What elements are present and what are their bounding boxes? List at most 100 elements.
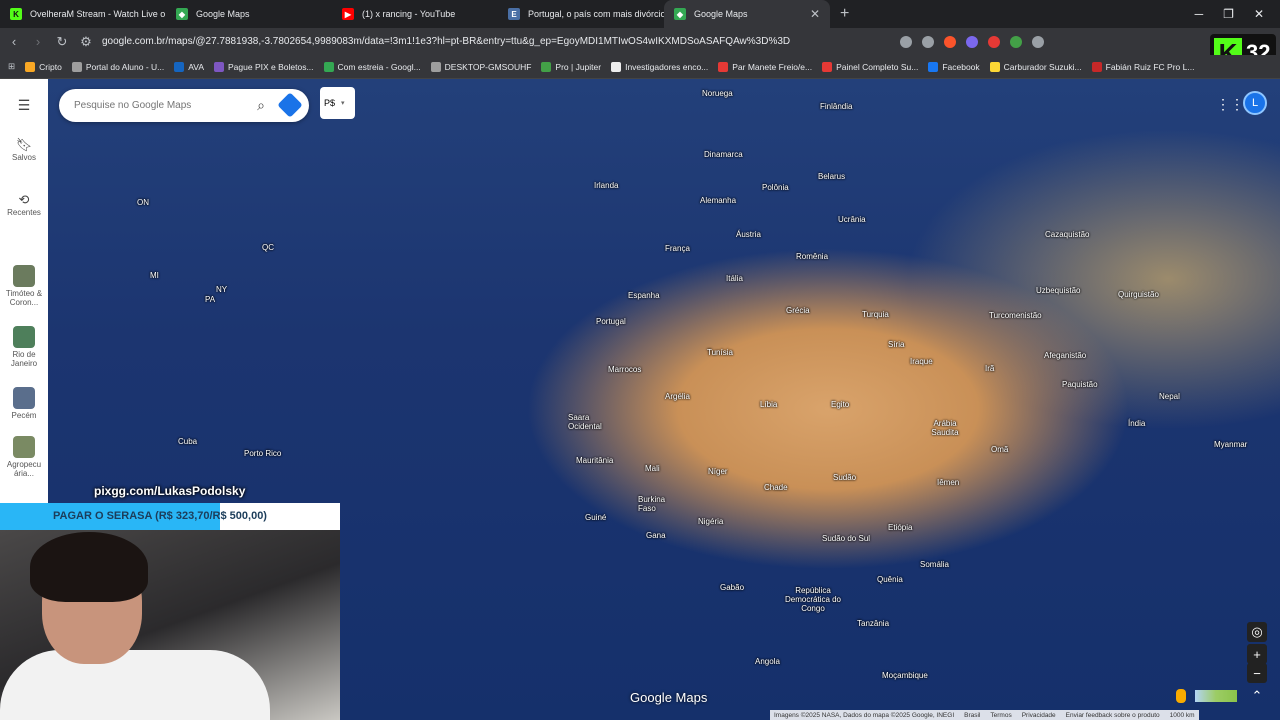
- bookmark-item[interactable]: Com estreia - Googl...: [323, 61, 421, 72]
- share-icon[interactable]: [922, 35, 934, 48]
- map-label: Iraque: [910, 357, 933, 366]
- map-label: Belarus: [818, 172, 846, 181]
- sidebar-item-recent-place[interactable]: Timóteo & Coron...: [0, 265, 48, 307]
- map-label: Guiné: [585, 513, 607, 522]
- back-icon[interactable]: ‹: [4, 34, 24, 49]
- close-icon[interactable]: ✕: [810, 7, 820, 21]
- street-view-pegman-icon[interactable]: [1176, 689, 1186, 703]
- apps-grid-icon[interactable]: ⊞: [8, 61, 15, 72]
- terms-link[interactable]: Termos: [990, 712, 1011, 719]
- bookmark-item[interactable]: AVA: [174, 61, 204, 72]
- layers-thumbnails[interactable]: [1195, 690, 1237, 702]
- search-icon[interactable]: ⌕: [257, 97, 265, 114]
- map-label: Paquistão: [1062, 380, 1098, 389]
- extension-icon[interactable]: [988, 35, 1000, 48]
- map-label: Cazaquistão: [1045, 230, 1090, 239]
- map-label: Myanmar: [1214, 440, 1248, 449]
- map-label: Quênia: [877, 575, 903, 584]
- map-label: Turquia: [862, 310, 889, 319]
- kick-icon: K: [10, 8, 22, 20]
- cast-icon[interactable]: [900, 35, 912, 48]
- tab-kick-stream[interactable]: K OvelheraM Stream - Watch Live o: [0, 0, 166, 28]
- sidebar-item-recent[interactable]: ⟲ Recentes: [0, 192, 48, 217]
- zoom-in-button[interactable]: +: [1247, 644, 1267, 664]
- google-apps-icon[interactable]: ⋮⋮: [1216, 96, 1244, 113]
- search-box: ⌕: [59, 89, 309, 122]
- map-label: Índia: [1128, 419, 1146, 428]
- privacy-link[interactable]: Privacidade: [1022, 712, 1056, 719]
- bookmark-item[interactable]: Pro | Jupiter: [541, 61, 601, 72]
- map-label: QC: [262, 243, 274, 252]
- history-icon: ⟲: [18, 192, 30, 207]
- bookmark-item[interactable]: Facebook: [928, 61, 980, 72]
- reload-icon[interactable]: ↻: [52, 34, 72, 50]
- category-chip[interactable]: P$ ▾: [320, 87, 355, 119]
- account-avatar[interactable]: L: [1243, 91, 1267, 115]
- brave-shield-icon[interactable]: [944, 35, 956, 48]
- place-thumbnail: [13, 387, 35, 409]
- bookmark-item[interactable]: Portal do Aluno - U...: [71, 61, 164, 72]
- map-label: República Democrática do Congo: [784, 586, 842, 613]
- puzzle-icon[interactable]: [1032, 35, 1044, 48]
- maximize-icon[interactable]: ❐: [1223, 7, 1234, 21]
- sidebar-item-saved[interactable]: 🔖︎ Salvos: [0, 137, 48, 162]
- directions-icon[interactable]: [277, 92, 303, 118]
- bookmark-item[interactable]: Fabián Ruiz FC Pro L...: [1091, 61, 1194, 72]
- map-label: Cuba: [178, 437, 198, 446]
- bookmark-item[interactable]: Pague PIX e Boletos...: [214, 61, 314, 72]
- tab-bar: K OvelheraM Stream - Watch Live o ◆ Goog…: [0, 0, 1280, 28]
- webcam-overlay: [0, 530, 340, 720]
- map-label: PA: [205, 295, 216, 304]
- extension-icons: [900, 35, 1044, 48]
- map-label: Polônia: [762, 183, 789, 192]
- map-label: Omã: [991, 445, 1009, 454]
- sidebar-item-recent-place[interactable]: Agropecu ária...: [0, 436, 48, 478]
- scale-bar[interactable]: 1000 km: [1170, 712, 1195, 719]
- extension-icon[interactable]: [1010, 35, 1022, 48]
- search-input[interactable]: [74, 100, 244, 111]
- site-settings-icon[interactable]: ⚙: [76, 34, 96, 50]
- tab-google-maps-1[interactable]: ◆ Google Maps: [166, 0, 332, 28]
- extension-icon[interactable]: [966, 35, 978, 48]
- map-label: Nepal: [1159, 392, 1180, 401]
- map-label: MI: [150, 271, 159, 280]
- expand-icon[interactable]: ⌃: [1247, 686, 1267, 706]
- bookmark-item[interactable]: Carburador Suzuki...: [989, 61, 1082, 72]
- streamer-hair: [30, 532, 148, 602]
- new-tab-button[interactable]: +: [840, 5, 849, 23]
- minimize-icon[interactable]: ─: [1195, 7, 1204, 21]
- tab-title: OvelheraM Stream - Watch Live o: [30, 9, 166, 19]
- feedback-link[interactable]: Enviar feedback sobre o produto: [1066, 712, 1160, 719]
- map-label: França: [665, 244, 690, 253]
- map-label: Porto Rico: [244, 449, 282, 458]
- tab-youtube[interactable]: ▶ (1) x rancing - YouTube: [332, 0, 498, 28]
- map-label: Tanzânia: [857, 619, 890, 628]
- map-label: Gabão: [720, 583, 745, 592]
- map-label: ON: [137, 198, 149, 207]
- address-bar: ‹ › ↻ ⚙ google.com.br/maps/@27.7881938,-…: [0, 28, 1280, 55]
- bookmark-icon: 🔖︎: [15, 137, 33, 152]
- menu-icon[interactable]: ☰: [0, 97, 48, 114]
- sidebar-item-recent-place[interactable]: Pecém: [0, 387, 48, 420]
- bookmark-item[interactable]: Painel Completo Su...: [822, 61, 918, 72]
- attribution: Imagens ©2025 NASA, Dados do mapa ©2025 …: [774, 711, 955, 719]
- zoom-out-button[interactable]: −: [1247, 663, 1267, 683]
- url-field[interactable]: google.com.br/maps/@27.7881938,-3.780265…: [102, 36, 882, 47]
- map-label: Áustria: [736, 230, 761, 239]
- bookmark-item[interactable]: Investigadores enco...: [611, 61, 708, 72]
- tab-portugal-article[interactable]: E Portugal, o país com mais divórcios c: [498, 0, 664, 28]
- goal-text: PAGAR O SERASA (R$ 323,70/R$ 500,00): [53, 510, 267, 522]
- tab-google-maps-active[interactable]: ◆ Google Maps ✕: [664, 0, 830, 28]
- map-label: Tunísia: [707, 348, 733, 357]
- bookmark-item[interactable]: Cripto: [25, 61, 62, 72]
- close-window-icon[interactable]: ✕: [1254, 7, 1264, 21]
- region-link[interactable]: Brasil: [964, 712, 980, 719]
- map-label: Iêmen: [937, 478, 960, 487]
- bookmark-item[interactable]: DESKTOP-GMSOUHF: [430, 61, 531, 72]
- donation-goal-bar: PAGAR O SERASA (R$ 323,70/R$ 500,00): [0, 503, 340, 530]
- forward-icon[interactable]: ›: [28, 34, 48, 49]
- map-label: Portugal: [596, 317, 626, 326]
- my-location-icon[interactable]: ◎: [1247, 622, 1267, 642]
- sidebar-item-recent-place[interactable]: Rio de Janeiro: [0, 326, 48, 368]
- bookmark-item[interactable]: Par Manete Freio/e...: [718, 61, 812, 72]
